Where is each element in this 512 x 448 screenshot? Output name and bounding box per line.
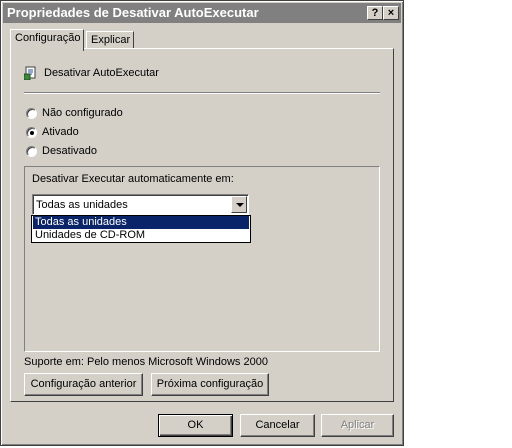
tab-configuracao[interactable]: Configuração: [10, 29, 84, 51]
radio-not-configured-label[interactable]: Não configurado: [42, 107, 123, 119]
tab-explicar-label: Explicar: [91, 34, 131, 46]
drive-dropdown-list: Todas as unidades Unidades de CD-ROM: [31, 215, 251, 243]
help-button[interactable]: ?: [367, 6, 383, 20]
ok-button[interactable]: OK: [158, 414, 233, 437]
drive-select[interactable]: Todas as unidades: [32, 194, 249, 215]
close-button[interactable]: ×: [383, 6, 399, 20]
dropdown-button[interactable]: [231, 196, 247, 213]
policy-name: Desativar AutoExecutar: [44, 67, 159, 79]
radio-enabled[interactable]: [26, 127, 37, 138]
drive-select-value: Todas as unidades: [36, 199, 128, 211]
cancel-button[interactable]: Cancelar: [240, 414, 315, 437]
radio-checked-dot: [30, 131, 34, 135]
group-label: Desativar Executar automaticamente em:: [32, 173, 234, 185]
next-setting-button[interactable]: Próxima configuração: [151, 373, 269, 396]
title-bar[interactable]: Propriedades de Desativar AutoExecutar ?…: [3, 3, 401, 23]
tab-configuracao-label: Configuração: [15, 32, 81, 44]
policy-icon: [24, 66, 36, 80]
radio-disabled[interactable]: [26, 146, 37, 157]
dropdown-option-cdrom[interactable]: Unidades de CD-ROM: [33, 229, 249, 242]
radio-disabled-label[interactable]: Desativado: [42, 145, 97, 157]
previous-setting-button[interactable]: Configuração anterior: [24, 373, 143, 396]
radio-enabled-label[interactable]: Ativado: [42, 126, 79, 138]
chevron-down-icon: [236, 203, 244, 207]
window-title: Propriedades de Desativar AutoExecutar: [7, 5, 259, 20]
support-text: Suporte em: Pelo menos Microsoft Windows…: [24, 356, 268, 368]
separator: [24, 92, 380, 94]
tab-explicar[interactable]: Explicar: [86, 31, 134, 49]
radio-not-configured[interactable]: [26, 108, 37, 119]
dropdown-option-all-drives[interactable]: Todas as unidades: [33, 216, 249, 229]
apply-button[interactable]: Aplicar: [321, 414, 394, 437]
